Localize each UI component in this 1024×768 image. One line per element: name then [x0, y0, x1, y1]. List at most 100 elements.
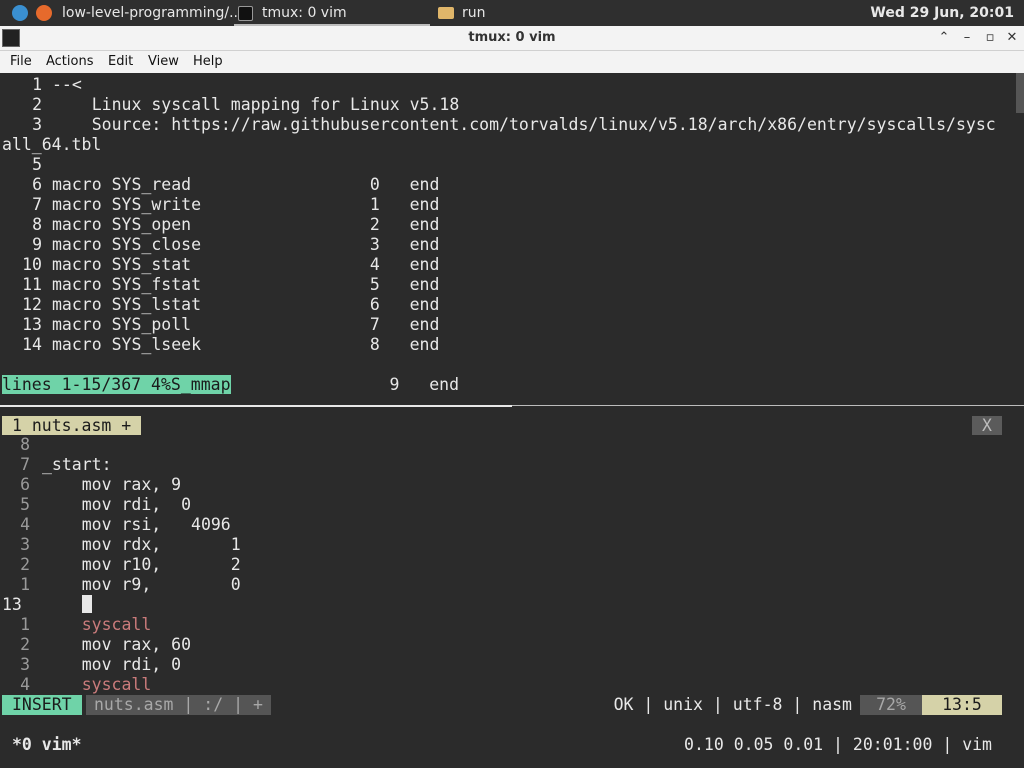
line-number: 11: [22, 275, 42, 294]
tmux-statusbar: *0 vim* 0.10 0.05 0.01 | 20:01:00 | vim: [0, 733, 1024, 757]
relative-line-number: 3: [20, 655, 30, 674]
tmux-window-list[interactable]: *0 vim*: [12, 733, 82, 757]
code-line: 4 syscall: [2, 675, 151, 695]
scrollbar[interactable]: [1016, 73, 1024, 113]
relative-line-number: 3: [20, 535, 30, 554]
code-line: 5 mov rdi, 0: [2, 495, 191, 515]
menu-help[interactable]: Help: [193, 51, 223, 73]
file-indicator: nuts.asm | :/ | +: [86, 695, 271, 715]
line-number: 1: [32, 75, 42, 94]
code-line: 7 _start:: [2, 455, 112, 475]
code-line: all_64.tbl: [2, 135, 101, 155]
tab-close-button[interactable]: X: [972, 416, 1002, 435]
relative-line-number: 6: [20, 475, 30, 494]
terminal-area[interactable]: 1 --< 2 Linux syscall mapping for Linux v5…: [0, 73, 1024, 768]
code-line: 6 mov rax, 9: [2, 475, 181, 495]
buffer-tab[interactable]: 1 nuts.asm +: [2, 416, 142, 435]
system-menu-icon[interactable]: [12, 5, 28, 21]
line-text: macro SYS_read 0 end: [52, 175, 440, 194]
minimize-icon[interactable]: –: [958, 29, 976, 47]
line-number: 3: [32, 115, 42, 134]
line-number: 14: [22, 335, 42, 354]
code-line: 2 Linux syscall mapping for Linux v5.18: [2, 95, 459, 115]
code-line: 7 macro SYS_write 1 end: [2, 195, 439, 215]
relative-line-number: 2: [20, 635, 30, 654]
menu-actions[interactable]: Actions: [46, 51, 94, 73]
line-number: 8: [32, 215, 42, 234]
code-text: mov rsi, 4096: [42, 515, 231, 534]
line-text: macro SYS_lseek 8 end: [52, 335, 440, 354]
pager-info: lines 1-15/367 4%: [2, 375, 171, 394]
code-line: 8: [2, 435, 42, 455]
menu-bar: File Actions Edit View Help: [0, 51, 1024, 73]
code-text: mov rax, 9: [42, 475, 182, 494]
code-line: 13: [2, 595, 42, 615]
line-number: 7: [32, 195, 42, 214]
relative-line-number: 8: [20, 435, 30, 454]
scroll-percent: 72%: [860, 695, 922, 715]
line-text: Linux syscall mapping for Linux v5.18: [52, 95, 460, 114]
code-text: mov rdi, 0: [42, 655, 182, 674]
system-top-bar: low-level-programming/... tmux: 0 vim ru…: [0, 0, 1024, 26]
code-line: 11 macro SYS_fstat 5 end: [2, 275, 439, 295]
code-line: 6 macro SYS_read 0 end: [2, 175, 439, 195]
code-line: 3 mov rdi, 0: [2, 655, 181, 675]
code-line: 13 macro SYS_poll 7 end: [2, 315, 439, 335]
line-text-post: 9 end: [230, 375, 460, 394]
code-line: 3 Source: https://raw.githubusercontent.…: [2, 115, 996, 135]
code-line: 2 mov r10, 2: [2, 555, 241, 575]
relative-line-number: 5: [20, 495, 30, 514]
code-line: 14 macro SYS_lseek 8 end: [2, 335, 439, 355]
line-number: 10: [22, 255, 42, 274]
line-text: macro SYS_close 3 end: [52, 235, 440, 254]
code-line: 3 mov rdx, 1: [2, 535, 241, 555]
line-number: 9: [32, 235, 42, 254]
window-titlebar[interactable]: tmux: 0 vim ⌃ – ▫ ✕: [0, 26, 1024, 51]
line-text: macro SYS_open 2 end: [52, 215, 440, 234]
collapse-icon[interactable]: ⌃: [935, 29, 953, 47]
line-text: all_64.tbl: [2, 135, 102, 154]
upper-pane-current-line: * 15 macro SYS_mmap 9 end: [2, 355, 459, 394]
relative-line-number: 1: [20, 615, 30, 634]
code-line: 10 macro SYS_stat 4 end: [2, 255, 439, 275]
cursor-position: 13:5: [922, 695, 1002, 715]
code-text: mov rdx, 1: [42, 535, 241, 554]
clock[interactable]: Wed 29 Jun, 20:01: [870, 0, 1014, 26]
file-info: OK | unix | utf-8 | nasm: [613, 695, 852, 714]
menu-edit[interactable]: Edit: [108, 51, 133, 73]
vim-statusline: INSERT nuts.asm | :/ | + OK | unix | utf…: [0, 695, 1024, 715]
code-line: 1 mov r9, 0: [2, 575, 241, 595]
code-text: syscall: [42, 615, 152, 634]
relative-line-number: 4: [20, 675, 30, 694]
line-text: macro SYS_write 1 end: [52, 195, 440, 214]
code-line: 12 macro SYS_lstat 6 end: [2, 295, 439, 315]
relative-line-number: 13: [2, 595, 22, 614]
line-number: 2: [32, 95, 42, 114]
code-line: 1 syscall: [2, 615, 151, 635]
line-text: macro SYS_stat 4 end: [52, 255, 440, 274]
code-text: mov rax, 60: [42, 635, 192, 654]
relative-line-number: 7: [20, 455, 30, 474]
folder-icon: [438, 7, 454, 19]
code-line: 5: [2, 155, 52, 175]
firefox-icon[interactable]: [36, 5, 52, 21]
line-text: --<: [52, 75, 82, 94]
code-line: 1 --<: [2, 75, 82, 95]
line-number: 6: [32, 175, 42, 194]
taskbar-firefox-window[interactable]: low-level-programming/...: [62, 0, 242, 26]
code-text: _start:: [42, 455, 112, 474]
taskbar-tmux-window[interactable]: tmux: 0 vim: [262, 0, 347, 26]
code-text: mov rdi, 0: [42, 495, 192, 514]
line-text: macro SYS_lstat 6 end: [52, 295, 440, 314]
relative-line-number: 1: [20, 575, 30, 594]
menu-file[interactable]: File: [10, 51, 32, 73]
window-title: tmux: 0 vim: [468, 30, 556, 45]
close-icon[interactable]: ✕: [1003, 29, 1021, 47]
terminal-icon: [238, 6, 253, 21]
tmux-status-right: 0.10 0.05 0.01 | 20:01:00 | vim: [684, 735, 992, 754]
taskbar-run-window[interactable]: run: [462, 0, 486, 26]
menu-view[interactable]: View: [148, 51, 179, 73]
maximize-icon[interactable]: ▫: [981, 29, 999, 47]
code-line: 2 mov rax, 60: [2, 635, 191, 655]
mode-indicator: INSERT: [2, 695, 82, 715]
